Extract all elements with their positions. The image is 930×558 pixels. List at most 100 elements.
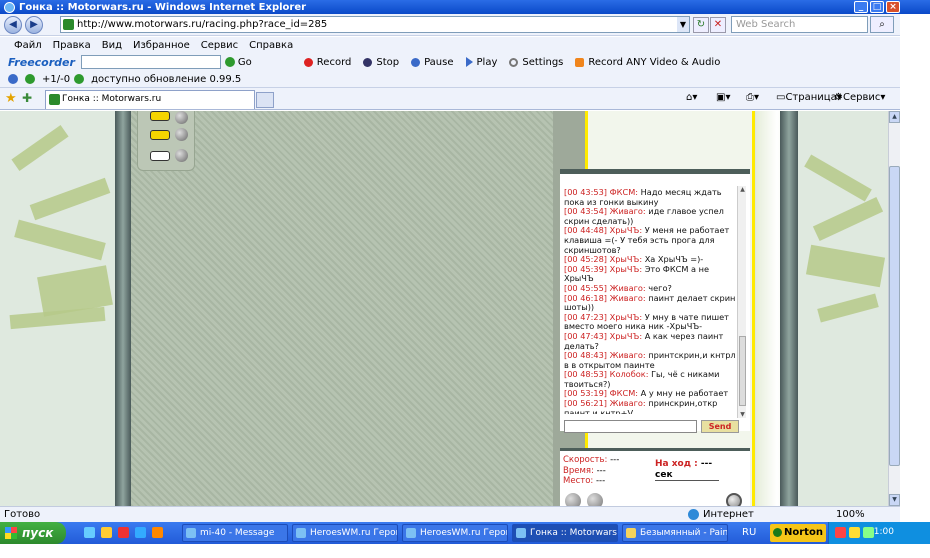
start-button[interactable]: пуск (0, 522, 66, 544)
tools-menu-button[interactable]: ⚙ Сервис ▾ (834, 92, 885, 103)
chat-message-nick[interactable]: Живаго: (610, 398, 646, 408)
menu-help[interactable]: Справка (249, 40, 293, 51)
action-button-2[interactable] (587, 493, 603, 506)
chat-message-nick[interactable]: Живаго: (610, 350, 646, 360)
freecorder-go-button[interactable]: Go (224, 57, 252, 68)
screen-bottom (0, 544, 930, 558)
taskbar-item-heroes-1[interactable]: HeroesWM.ru Герои... (292, 524, 398, 542)
tray-app-icon[interactable] (835, 527, 846, 538)
page-scroll-thumb[interactable] (889, 166, 900, 466)
record-label: Record (316, 56, 352, 68)
forward-button[interactable]: ▶ (25, 15, 43, 34)
scroll-down-icon[interactable]: ▼ (739, 411, 746, 418)
search-input[interactable]: Web Search (731, 16, 868, 33)
toolbar-logo-icon[interactable] (8, 74, 18, 84)
page-scrollbar[interactable]: ▲ ▼ (888, 111, 900, 506)
action-button-1[interactable] (565, 493, 581, 506)
chat-message-nick[interactable]: ХрыЧЪ: (610, 225, 642, 236)
search-button[interactable]: ⌕ (870, 16, 894, 33)
chat-message: [00 45:39] ХрыЧЪ: Это ФКСМ а не ХрыЧЪ (564, 264, 736, 284)
maximize-button[interactable]: □ (870, 1, 884, 13)
quicklaunch-opera-icon[interactable] (118, 527, 129, 538)
menu-edit[interactable]: Правка (53, 40, 91, 51)
record-any-label: Record ANY Video & Audio (588, 56, 721, 68)
pause-button[interactable]: Pause (411, 57, 454, 68)
race-track (131, 111, 585, 506)
menu-file[interactable]: Файл (14, 40, 42, 51)
scroll-up-icon[interactable]: ▲ (739, 186, 746, 193)
chat-message: [00 43:54] Живаго: иде главое успел скри… (564, 206, 736, 226)
taskbar-item-label: Безымянный - Paint (640, 528, 728, 538)
menu-view[interactable]: Вид (102, 40, 122, 51)
new-tab-button[interactable] (256, 92, 274, 108)
minimize-button[interactable]: _ (854, 1, 868, 13)
chat-message-nick[interactable]: ХрыЧЪ: (610, 331, 642, 341)
freecorder-search-input[interactable] (80, 55, 221, 69)
address-dropdown-icon[interactable]: ▼ (677, 17, 689, 32)
taskbar-item-paint[interactable]: Безымянный - Paint (622, 524, 728, 542)
stop-record-button[interactable]: Stop (363, 57, 399, 68)
window-controls: _ □ × (854, 1, 900, 13)
language-indicator[interactable]: RU (742, 527, 756, 538)
favorites-star-icon[interactable]: ★ (5, 91, 17, 106)
chat-input[interactable] (564, 420, 697, 433)
zoom-level[interactable]: 100% (836, 509, 865, 520)
close-button[interactable]: × (886, 1, 900, 13)
quicklaunch-firefox-icon[interactable] (152, 527, 163, 538)
play-button[interactable]: Play (465, 57, 497, 68)
zone-label: Интернет (703, 509, 754, 520)
update-text[interactable]: доступно обновление 0.99.5 (91, 74, 241, 85)
chat-message-text: чего? (648, 282, 672, 293)
record-button[interactable]: Record (303, 56, 352, 68)
norton-button[interactable]: Norton (770, 524, 826, 542)
chat-message-nick[interactable]: ХрыЧЪ: (610, 254, 642, 264)
chat-message-nick[interactable]: Живаго: (610, 293, 646, 303)
quicklaunch-desktop-icon[interactable] (84, 527, 95, 538)
record-any-button[interactable]: Record ANY Video & Audio (575, 57, 720, 68)
quicklaunch-ie-icon[interactable] (135, 527, 146, 538)
taskbar-item-motorwars[interactable]: Гонка :: Motorwars... (512, 524, 618, 542)
chat-message-nick[interactable]: Живаго: (610, 206, 646, 216)
chat-message-nick[interactable]: ФКСМ: (610, 388, 638, 399)
chat-message-nick[interactable]: Колобок: (610, 369, 649, 379)
menu-favorites[interactable]: Избранное (133, 40, 190, 51)
add-favorites-icon[interactable]: ✚ (22, 91, 32, 105)
taskbar-item-heroes-2[interactable]: HeroesWM.ru Герои... (402, 524, 508, 542)
settings-button[interactable]: Settings (509, 57, 563, 68)
rating-text: +1/-0 (42, 73, 71, 85)
quicklaunch-media-icon[interactable] (101, 527, 112, 538)
chat-message-text: А у мну не работает (640, 388, 729, 399)
chat-message-nick[interactable]: Живаго: (610, 283, 646, 293)
feeds-icon[interactable]: ▣▾ (716, 92, 730, 103)
stop-button[interactable]: ✕ (710, 17, 726, 33)
chat-message-nick[interactable]: ХрыЧЪ: (610, 264, 642, 274)
chat-scrollbar[interactable]: ▲ ▼ (737, 186, 746, 418)
print-icon[interactable]: ⎙▾ (746, 92, 759, 103)
start-label: пуск (22, 526, 54, 540)
time-label: Время: (563, 465, 594, 476)
page-scroll-down-icon[interactable]: ▼ (889, 494, 900, 506)
back-button[interactable]: ◀ (4, 15, 22, 34)
clock[interactable]: 1:00 (874, 527, 894, 537)
chat-message-nick[interactable]: ХрыЧЪ: (610, 312, 642, 322)
refresh-button[interactable]: ↻ (693, 17, 709, 33)
tray-volume-icon[interactable] (863, 527, 874, 538)
browser-icon (406, 528, 416, 538)
freecorder-logo[interactable]: Freecorder (8, 56, 75, 69)
page-menu-label: Страница (785, 92, 837, 103)
car-icon (150, 151, 170, 161)
address-bar[interactable]: http://www.motorwars.ru/racing.php?race_… (60, 16, 690, 33)
chat-scroll-thumb[interactable] (739, 336, 746, 406)
cancel-icon[interactable] (726, 493, 742, 506)
page-scroll-up-icon[interactable]: ▲ (889, 111, 900, 123)
page-menu-button[interactable]: ▭ Страница ▾ (776, 92, 842, 103)
taskbar-item-message[interactable]: mi-40 - Message (182, 524, 288, 542)
tray-app-icon[interactable] (849, 527, 860, 538)
send-button[interactable]: Send (701, 420, 739, 433)
home-icon[interactable]: ⌂▾ (686, 92, 697, 103)
pause-icon (411, 57, 421, 67)
menu-tools[interactable]: Сервис (201, 40, 238, 51)
paint-icon (626, 528, 636, 538)
race-stats: Скорость: --- Время: --- Место: --- На х… (560, 448, 750, 506)
tab-motorwars[interactable]: Гонка :: Motorwars.ru (45, 90, 255, 109)
